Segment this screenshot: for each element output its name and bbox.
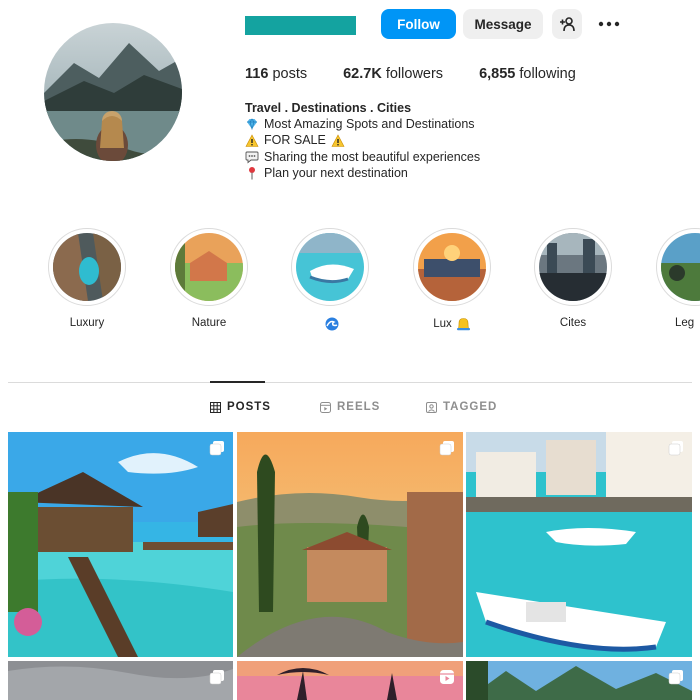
bell-icon	[456, 318, 470, 331]
post-image	[466, 661, 692, 700]
post-thumbnail[interactable]	[466, 661, 692, 700]
highlight-item[interactable]: Leg	[655, 228, 700, 329]
username-redacted	[245, 16, 356, 35]
grid-icon	[210, 401, 221, 413]
multi-photo-icon	[209, 670, 224, 685]
highlight-label: Luxury	[69, 317, 105, 329]
profile-bio: Travel . Destinations . Cities Most Amaz…	[245, 100, 480, 181]
reel-icon	[440, 670, 454, 684]
multi-photo-icon	[668, 670, 683, 685]
multi-photo-icon	[439, 441, 454, 456]
suggested-users-button[interactable]	[552, 9, 582, 39]
more-dots-icon	[598, 21, 620, 27]
profile-stats: 116 posts 62.7K followers 6,855 followin…	[245, 66, 612, 82]
post-thumbnail[interactable]	[8, 661, 233, 700]
highlight-ring	[413, 228, 491, 306]
post-thumbnail[interactable]	[466, 432, 692, 657]
tabs-divider	[8, 382, 692, 383]
highlight-ring	[48, 228, 126, 306]
pushpin-icon	[249, 166, 255, 180]
bio-line: Sharing the most beautiful experiences	[245, 149, 480, 165]
post-image	[466, 432, 692, 657]
reels-icon	[320, 401, 331, 413]
highlight-item[interactable]	[290, 228, 370, 331]
profile-display-name: Travel . Destinations . Cities	[245, 101, 412, 115]
active-tab-indicator	[210, 381, 265, 383]
highlight-item[interactable]: Nature	[169, 228, 249, 329]
add-user-icon	[560, 17, 575, 32]
highlight-thumbnail	[53, 233, 121, 301]
highlight-thumbnail	[418, 233, 486, 301]
profile-avatar[interactable]	[44, 23, 182, 161]
bio-line: FOR SALE	[245, 132, 480, 148]
diamond-icon	[247, 118, 257, 131]
speech-bubble-icon	[245, 151, 259, 164]
highlight-label: Lux	[433, 318, 452, 330]
followers-count[interactable]: 62.7K followers	[343, 66, 443, 82]
highlight-ring	[291, 228, 369, 306]
highlight-thumbnail	[539, 233, 607, 301]
multi-photo-icon	[668, 441, 683, 456]
highlight-item[interactable]: Lux	[412, 228, 492, 331]
post-image	[237, 432, 463, 657]
warning-icon	[245, 133, 259, 147]
highlight-thumbnail	[296, 233, 364, 301]
multi-photo-icon	[209, 441, 224, 456]
more-options-button[interactable]	[593, 9, 625, 39]
highlight-ring	[534, 228, 612, 306]
following-count[interactable]: 6,855 following	[479, 66, 576, 82]
tab-reels[interactable]: REELS	[320, 401, 380, 413]
highlight-label: Nature	[191, 317, 227, 329]
post-image	[8, 661, 233, 700]
post-thumbnail[interactable]	[8, 432, 233, 657]
highlight-ring	[656, 228, 700, 306]
bio-line: Plan your next destination	[245, 165, 480, 181]
post-image	[8, 432, 233, 657]
warning-icon	[331, 133, 345, 147]
follow-button[interactable]: Follow	[381, 9, 456, 39]
bio-line: Most Amazing Spots and Destinations	[245, 116, 480, 132]
highlight-label: Cites	[559, 317, 587, 329]
highlight-thumbnail	[175, 233, 243, 301]
message-button[interactable]: Message	[463, 9, 543, 39]
tab-tagged[interactable]: TAGGED	[426, 401, 497, 413]
post-thumbnail[interactable]	[237, 661, 463, 700]
highlight-label: Leg	[675, 317, 695, 329]
tab-posts[interactable]: POSTS	[210, 401, 271, 413]
highlight-item[interactable]: Cites	[533, 228, 613, 329]
highlight-thumbnail	[661, 233, 700, 301]
highlight-item[interactable]: Luxury	[47, 228, 127, 329]
wave-icon	[325, 317, 339, 331]
posts-count[interactable]: 116 posts	[245, 66, 307, 82]
post-thumbnail[interactable]	[237, 432, 463, 657]
post-image	[237, 661, 463, 700]
highlight-ring	[170, 228, 248, 306]
tagged-icon	[426, 401, 437, 413]
